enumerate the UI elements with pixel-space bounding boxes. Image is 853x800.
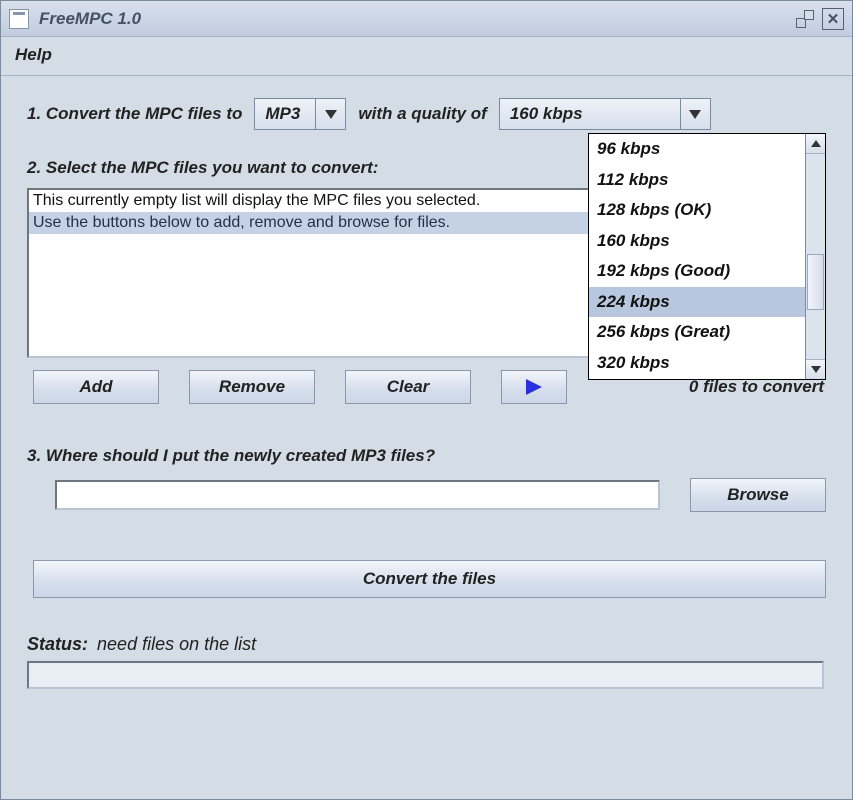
- step1-label-b: with a quality of: [358, 104, 486, 124]
- app-window: FreeMPC 1.0 ✕ Help 1. Convert the MPC fi…: [0, 0, 853, 800]
- status-label: Status:: [27, 634, 88, 654]
- minimize-restore-button[interactable]: [794, 8, 816, 30]
- files-count-label: 0 files to convert: [689, 377, 826, 397]
- convert-button-label: Convert the files: [363, 569, 496, 589]
- scroll-up-button[interactable]: [806, 134, 825, 154]
- minimize-restore-icon: [796, 10, 814, 28]
- quality-option[interactable]: 160 kbps: [589, 226, 805, 257]
- help-menu[interactable]: Help: [15, 45, 52, 64]
- browse-button-label: Browse: [727, 485, 788, 505]
- quality-dropdown-list: 96 kbps112 kbps128 kbps (OK)160 kbps192 …: [589, 134, 805, 379]
- progress-bar: [27, 661, 824, 689]
- step1-label-a: 1. Convert the MPC files to: [27, 104, 242, 124]
- quality-select-value: 160 kbps: [500, 99, 680, 129]
- status-value: need files on the list: [97, 634, 256, 654]
- scroll-thumb[interactable]: [807, 254, 824, 310]
- chevron-down-icon: [811, 366, 821, 373]
- menubar: Help: [1, 37, 852, 76]
- add-button[interactable]: Add: [33, 370, 159, 404]
- destination-input[interactable]: [55, 480, 660, 510]
- clear-button-label: Clear: [387, 377, 430, 397]
- add-button-label: Add: [79, 377, 112, 397]
- browse-button[interactable]: Browse: [690, 478, 826, 512]
- clear-button[interactable]: Clear: [345, 370, 471, 404]
- remove-button-label: Remove: [219, 377, 285, 397]
- quality-option[interactable]: 112 kbps: [589, 165, 805, 196]
- close-icon: ✕: [827, 10, 840, 28]
- quality-option[interactable]: 256 kbps (Great): [589, 317, 805, 348]
- format-select[interactable]: MP3: [254, 98, 346, 130]
- quality-option[interactable]: 192 kbps (Good): [589, 256, 805, 287]
- play-icon: [526, 379, 542, 395]
- quality-option[interactable]: 128 kbps (OK): [589, 195, 805, 226]
- titlebar: FreeMPC 1.0 ✕: [1, 1, 852, 37]
- quality-option[interactable]: 96 kbps: [589, 134, 805, 165]
- quality-dropdown-popup[interactable]: 96 kbps112 kbps128 kbps (OK)160 kbps192 …: [588, 133, 826, 380]
- close-button[interactable]: ✕: [822, 8, 844, 30]
- chevron-down-icon: [325, 110, 337, 119]
- chevron-up-icon: [811, 140, 821, 147]
- dropdown-scrollbar[interactable]: [805, 134, 825, 379]
- content-area: 1. Convert the MPC files to MP3 with a q…: [1, 76, 852, 689]
- format-select-value: MP3: [255, 99, 315, 129]
- scroll-track[interactable]: [806, 154, 825, 359]
- format-select-arrow[interactable]: [315, 99, 345, 129]
- play-button[interactable]: [501, 370, 567, 404]
- step1-row: 1. Convert the MPC files to MP3 with a q…: [27, 98, 826, 130]
- quality-select[interactable]: 160 kbps: [499, 98, 711, 130]
- convert-button[interactable]: Convert the files: [33, 560, 826, 598]
- scroll-down-button[interactable]: [806, 359, 825, 379]
- step3-label: 3. Where should I put the newly created …: [27, 446, 826, 466]
- quality-select-arrow[interactable]: [680, 99, 710, 129]
- remove-button[interactable]: Remove: [189, 370, 315, 404]
- chevron-down-icon: [689, 110, 701, 119]
- destination-row: Browse: [27, 478, 826, 512]
- quality-option[interactable]: 224 kbps: [589, 287, 805, 318]
- quality-option[interactable]: 320 kbps: [589, 348, 805, 379]
- app-icon: [9, 9, 29, 29]
- status-row: Status: need files on the list: [27, 634, 826, 655]
- window-title: FreeMPC 1.0: [39, 9, 141, 29]
